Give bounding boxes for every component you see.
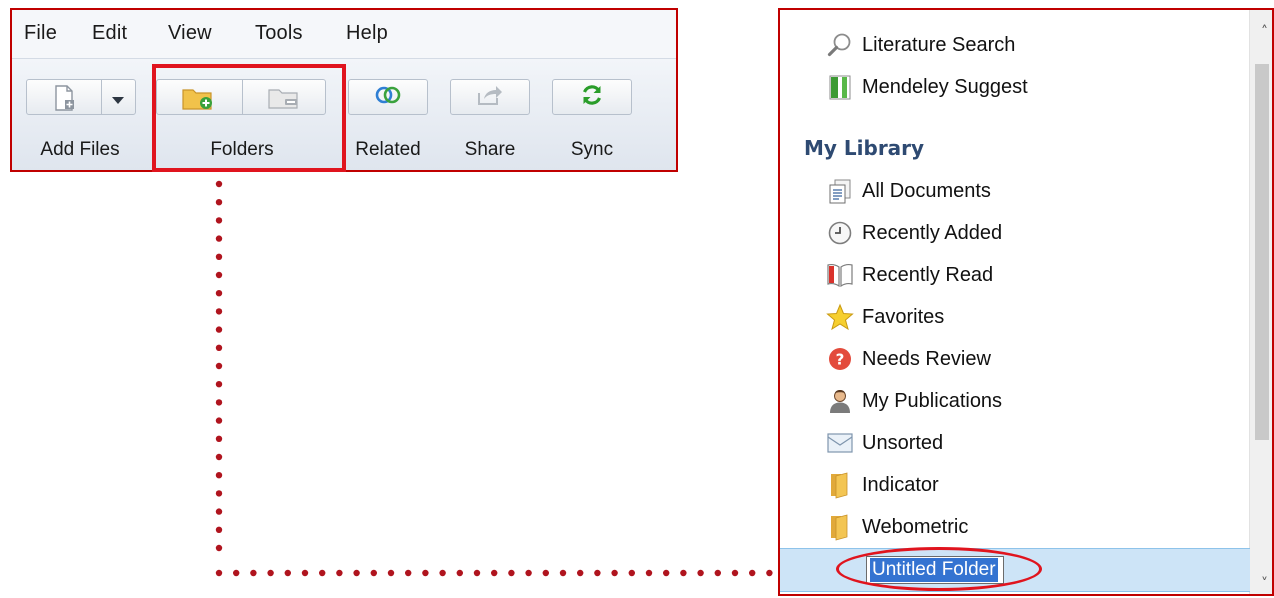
connector-dot (215, 326, 223, 333)
sidebar-item-all-documents[interactable]: All Documents (826, 176, 991, 206)
connector-dot (405, 569, 412, 577)
sidebar-item-label: Indicator (862, 473, 939, 496)
sidebar-scrollbar[interactable]: ˄ ˅ (1249, 10, 1272, 594)
sidebar-item-label: Literature Search (862, 33, 1016, 56)
sidebar-item-indicator[interactable]: Indicator (826, 470, 939, 500)
sidebar-item-literature-search[interactable]: Literature Search (826, 30, 1015, 60)
connector-dot (645, 569, 653, 577)
connector-dot (215, 362, 223, 370)
person-icon (826, 387, 854, 415)
connector-dot (508, 569, 515, 577)
sidebar-item-label: Favorites (862, 305, 945, 328)
connector-dot (215, 508, 223, 515)
connector-dot (215, 381, 223, 388)
connector-dot (215, 435, 223, 442)
connector-dot (215, 399, 223, 406)
connector-dot (215, 253, 223, 260)
folder-icon (826, 471, 854, 499)
connector-dot (697, 569, 704, 577)
documents-stack-icon (826, 177, 854, 205)
connector-dot (663, 569, 670, 577)
new-folder-highlight-ellipse (836, 547, 1042, 591)
scroll-down-arrow-icon[interactable]: ˅ (1261, 576, 1268, 592)
connector-dot (594, 569, 601, 577)
connector-dot (215, 472, 223, 479)
connector-dot (525, 569, 532, 577)
sidebar-item-label: Unsorted (862, 431, 944, 454)
connector-dot (749, 569, 756, 577)
sidebar-item-label: Needs Review (862, 347, 991, 370)
connector-dot (233, 569, 240, 577)
sidebar-item-recently-added[interactable]: Recently Added (826, 218, 1002, 248)
connector-dot (628, 569, 635, 577)
connector-dot (473, 569, 481, 577)
sidebar-item-label: Mendeley Suggest (862, 75, 1028, 98)
book-green-icon (826, 73, 854, 101)
library-sidebar: ˄ ˅ Literature Search Mendeley Suggest M… (778, 8, 1274, 596)
connector-dot (215, 235, 223, 242)
connector-dot (215, 526, 223, 533)
connector-dot (370, 569, 377, 577)
connector-dot (215, 453, 223, 461)
connector-dot (267, 569, 274, 577)
connector-dot (542, 569, 549, 577)
folder-icon (826, 513, 854, 541)
question-mark-icon: ? (826, 345, 854, 373)
connector-dot (766, 569, 773, 577)
magnifier-icon (826, 31, 854, 59)
connector-dot (714, 569, 721, 577)
sidebar-item-unsorted[interactable]: Unsorted (826, 428, 943, 458)
sidebar-item-recently-read[interactable]: Recently Read (826, 260, 993, 290)
connector-dot (611, 569, 618, 577)
svg-text:?: ? (836, 351, 845, 369)
connector-dot (215, 271, 223, 279)
sidebar-item-label: Recently Read (862, 263, 994, 286)
sidebar-item-label: Webometric (862, 515, 969, 538)
connector-dot (215, 544, 223, 552)
sidebar-item-favorites[interactable]: Favorites (826, 302, 944, 332)
connector-dot (215, 290, 223, 297)
sidebar-item-mendeley-suggest[interactable]: Mendeley Suggest (826, 72, 1028, 102)
connector-dot (731, 569, 739, 577)
connector-dot (215, 308, 223, 315)
connector-dot (491, 569, 498, 577)
connector-dot (215, 217, 223, 224)
sidebar-item-needs-review[interactable]: ? Needs Review (826, 344, 991, 374)
star-icon (826, 303, 854, 331)
sidebar-item-label: My Publications (862, 389, 1003, 412)
connector-dot (215, 569, 223, 577)
connector-dot (301, 569, 309, 577)
connector-dot (319, 569, 326, 577)
tray-icon (826, 429, 854, 457)
connector-dot (422, 569, 429, 577)
connector-dot (215, 344, 223, 351)
sidebar-item-label: Recently Added (862, 221, 1003, 244)
connector-dot (577, 569, 584, 577)
clock-icon (826, 219, 854, 247)
connector-dot (215, 490, 223, 497)
connector-dot (439, 569, 446, 577)
connector-dot (250, 569, 257, 577)
connector-dot (215, 417, 223, 424)
connector-dot (215, 180, 223, 188)
sidebar-item-label: All Documents (862, 179, 991, 202)
connector-dot (353, 569, 360, 577)
connector-dot (284, 569, 291, 577)
connector-dot (215, 199, 223, 206)
scroll-thumb[interactable] (1255, 64, 1269, 440)
sidebar-item-webometric[interactable]: Webometric (826, 512, 968, 542)
connector-dot (336, 569, 343, 577)
connector-dot (387, 569, 395, 577)
my-library-header: My Library (804, 136, 925, 160)
connector-dot (559, 569, 567, 577)
connector-dot (680, 569, 687, 577)
open-book-icon (826, 261, 854, 289)
scroll-up-arrow-icon[interactable]: ˄ (1261, 24, 1268, 40)
connector-dot (456, 569, 463, 577)
sidebar-item-my-publications[interactable]: My Publications (826, 386, 1002, 416)
